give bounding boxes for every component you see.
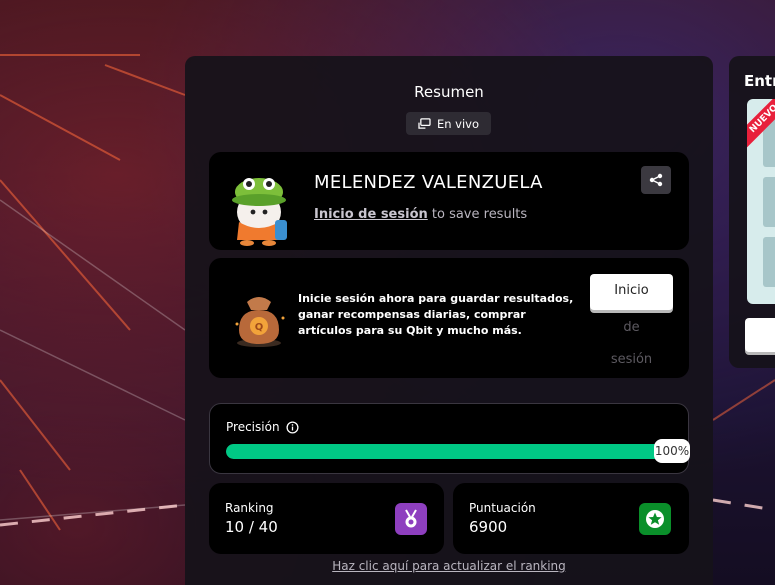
share-icon (649, 173, 663, 187)
avatar (232, 178, 287, 246)
score-icon-box (639, 503, 671, 535)
accuracy-bar-track (226, 444, 672, 459)
screen-cast-icon (418, 118, 431, 129)
score-card: Puntuación 6900 (453, 483, 689, 554)
login-prompt: Inicio de sesión to save results (314, 207, 527, 222)
signin-overflow-line: sesión (610, 352, 653, 367)
accuracy-label-row: Precisión (226, 420, 299, 434)
side-button[interactable] (745, 318, 775, 352)
signin-promo-text: Inicie sesión ahora para guardar resulta… (298, 292, 574, 337)
ranking-card: Ranking 10 / 40 (209, 483, 444, 554)
refresh-ranking-link[interactable]: Haz clic aquí para actualizar el ranking (185, 559, 713, 573)
info-icon[interactable] (286, 420, 299, 434)
signin-promo-card: Q Inicie sesión ahora para guardar resul… (209, 258, 689, 378)
summary-panel: Resumen En vivo MELENDEZ VALENZUELA Inic… (185, 56, 713, 585)
ranking-icon-box (395, 503, 427, 535)
star-icon (646, 510, 664, 528)
svg-text:Q: Q (255, 322, 264, 333)
medal-icon (405, 509, 417, 528)
score-label: Puntuación (469, 501, 536, 515)
signin-overflow-line: de (623, 320, 640, 335)
accuracy-label: Precisión (226, 420, 280, 434)
share-button[interactable] (641, 166, 671, 194)
ranking-value: 10 / 40 (225, 518, 278, 536)
live-badge[interactable]: En vivo (406, 112, 491, 135)
score-value: 6900 (469, 518, 508, 536)
login-link[interactable]: Inicio de sesión (314, 207, 428, 222)
live-badge-label: En vivo (436, 116, 480, 131)
summary-title: Resumen (414, 83, 484, 101)
side-thumbnail[interactable]: NUEVO (747, 99, 775, 304)
signin-button-overflow-text: de sesión (599, 312, 664, 376)
signin-button[interactable]: Inicio (590, 274, 673, 310)
profile-card: MELENDEZ VALENZUELA Inicio de sesión to … (209, 152, 689, 250)
thumb-row (763, 237, 775, 287)
user-name: MELENDEZ VALENZUELA (314, 172, 543, 193)
coin-bag-icon: Q (235, 297, 285, 347)
accuracy-card: Precisión 100% (209, 403, 690, 474)
thumb-row (763, 177, 775, 227)
side-panel: Entr NUEVO (729, 56, 775, 368)
accuracy-bar-fill (226, 444, 672, 459)
accuracy-percent: 100% (654, 439, 690, 463)
ranking-label: Ranking (225, 501, 274, 515)
side-panel-title: Entr (744, 72, 775, 90)
login-prompt-suffix: to save results (427, 207, 528, 222)
